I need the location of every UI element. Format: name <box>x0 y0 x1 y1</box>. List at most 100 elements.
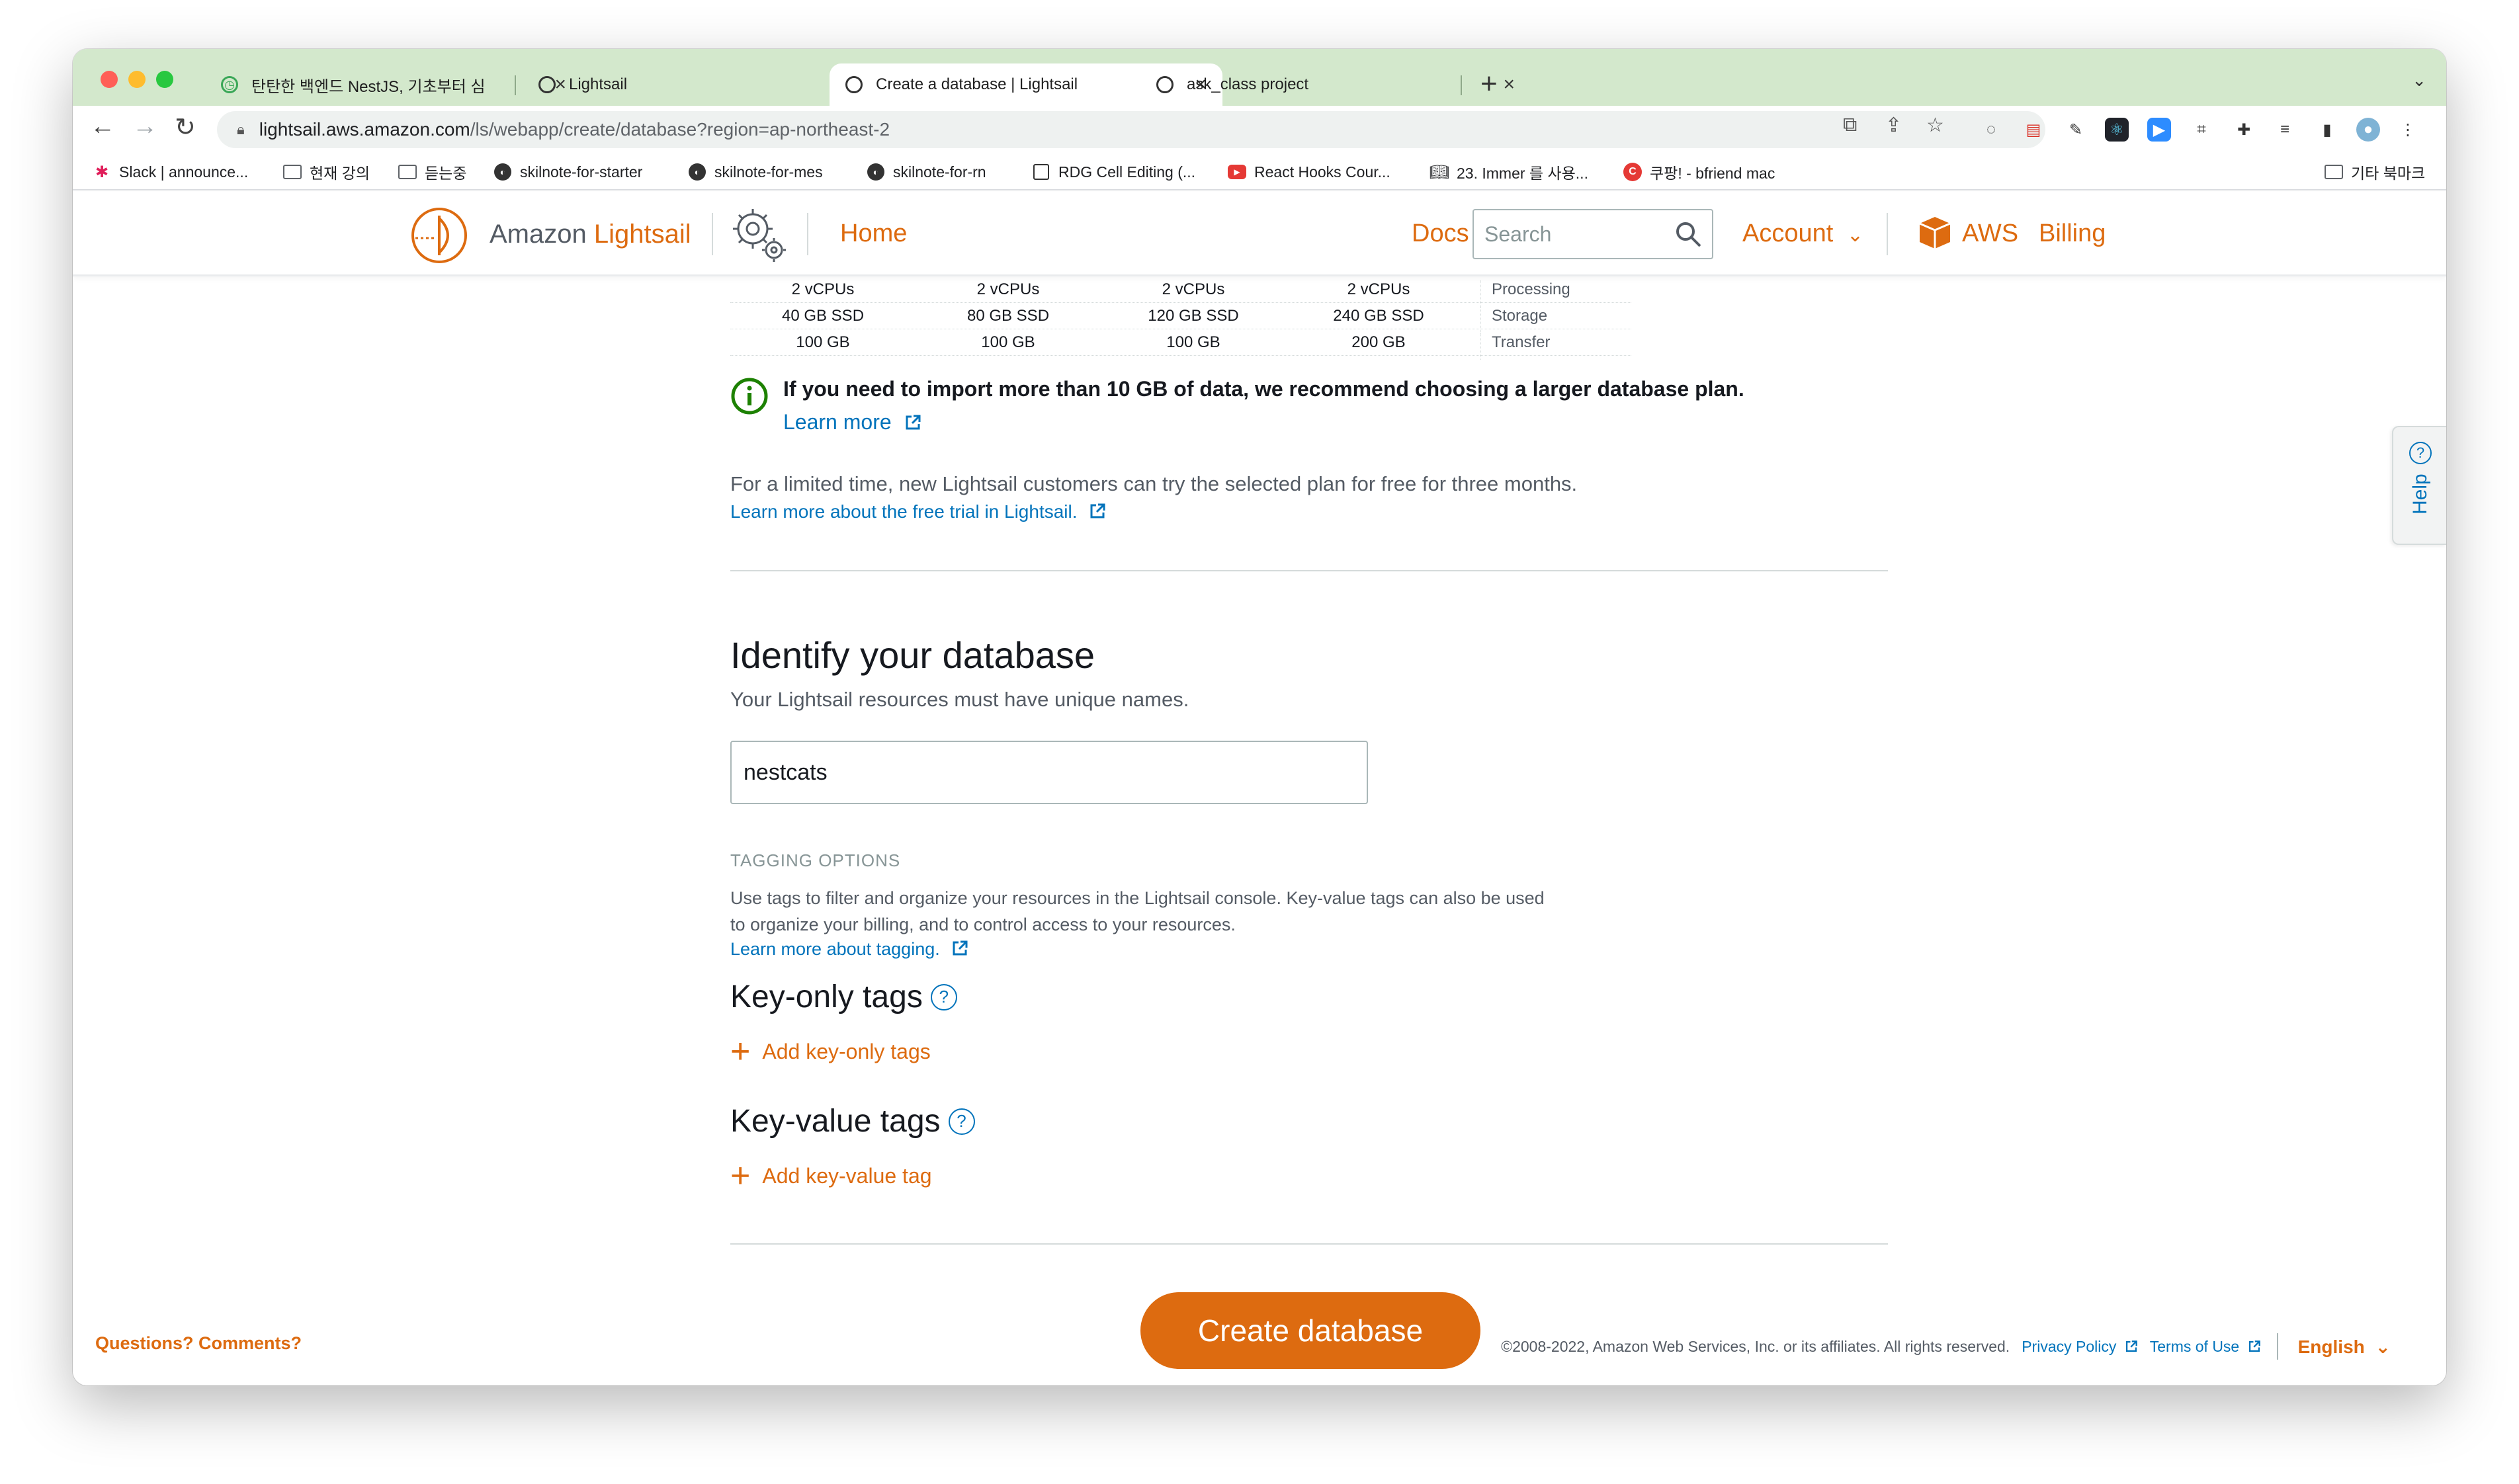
identify-heading: Identify your database <box>730 634 1095 676</box>
header-divider <box>712 213 713 255</box>
close-icon[interactable]: × <box>1503 73 1515 96</box>
footer-divider <box>2276 1333 2278 1360</box>
privacy-policy-link[interactable]: Privacy Policy <box>2022 1338 2138 1356</box>
nav-home[interactable]: Home <box>840 220 907 248</box>
help-panel-tab[interactable]: ? Help <box>2392 426 2446 545</box>
globe-icon <box>1156 76 1174 93</box>
free-trial-text: For a limited time, new Lightsail custom… <box>730 472 1578 495</box>
tab-title: ask_class project <box>1187 75 1309 93</box>
bookmark-item[interactable]: ◐ skilnote-for-mes <box>688 160 823 184</box>
translate-icon[interactable]: ⧉ <box>1843 114 1857 136</box>
bookmark-label: 쿠팡! - bfriend mac <box>1650 165 1775 182</box>
copyright-text: ©2008-2022, Amazon Web Services, Inc. or… <box>1501 1337 2010 1355</box>
table-cell: 100 GB <box>1166 333 1220 351</box>
help-label: Help <box>2409 474 2431 515</box>
youtube-icon: ▶ <box>1228 163 1246 181</box>
brand-accent: Lightsail <box>593 220 691 249</box>
section-divider <box>730 570 1888 571</box>
brand-name[interactable]: Amazon Lightsail <box>490 220 691 249</box>
bookmark-item[interactable]: ◐ skilnote-for-starter <box>493 160 642 184</box>
other-bookmarks[interactable]: 기타 북마크 <box>2325 160 2425 184</box>
table-cell: 40 GB SSD <box>781 307 865 325</box>
bookmark-label: 23. Immer 를 사용... <box>1457 165 1588 182</box>
crop-icon[interactable]: ⌗ <box>2190 118 2213 142</box>
pen-extension-icon[interactable]: ✎ <box>2064 118 2088 142</box>
browser-tab[interactable]: ask_class project × <box>1140 63 1531 106</box>
external-link-icon <box>2248 1340 2260 1352</box>
puzzle-icon[interactable]: ✚ <box>2232 118 2256 142</box>
gear-icon[interactable] <box>726 202 792 268</box>
reload-icon[interactable]: ↻ <box>175 112 196 142</box>
calendar-extension-icon[interactable]: ▤ <box>2022 118 2045 142</box>
add-key-value-tag-label: Add key-value tag <box>762 1163 932 1188</box>
folder-icon <box>398 163 417 181</box>
language-selector[interactable]: English ⌄ <box>2298 1336 2391 1358</box>
lightsail-header: Amazon Lightsail Home Docs Search Accoun… <box>73 192 2446 276</box>
account-menu[interactable]: Account ⌄ <box>1742 220 1863 248</box>
database-name-input[interactable] <box>730 741 1368 804</box>
close-window-button[interactable] <box>101 71 118 88</box>
free-trial-link[interactable]: Learn more about the free trial in Light… <box>730 501 1106 522</box>
new-tab-button[interactable]: + <box>1480 67 1498 101</box>
bookmark-item[interactable]: ◐ skilnote-for-rn <box>867 160 986 184</box>
share-icon[interactable]: ⇪ <box>1885 114 1902 137</box>
free-trial-link-label: Learn more about the free trial in Light… <box>730 501 1078 522</box>
add-key-only-tags-button[interactable]: + Add key-only tags <box>730 1034 931 1069</box>
maximize-window-button[interactable] <box>156 71 173 88</box>
chevron-down-icon: ⌄ <box>2375 1336 2391 1357</box>
nav-docs[interactable]: Docs <box>1412 220 1469 248</box>
tab-separator <box>515 75 516 95</box>
side-panel-icon[interactable]: ▮ <box>2315 118 2339 142</box>
bookmark-item[interactable]: 듣는중 <box>398 160 466 184</box>
tagging-learn-more-link[interactable]: Learn more about tagging. <box>730 939 968 960</box>
nav-billing[interactable]: Billing <box>2039 220 2106 248</box>
bookmark-item[interactable]: RDG Cell Editing (... <box>1032 160 1195 184</box>
nav-aws[interactable]: AWS <box>1962 220 2018 248</box>
terms-of-use-link[interactable]: Terms of Use <box>2150 1338 2261 1356</box>
folder-icon <box>2325 163 2343 181</box>
bookmarks-bar: ✱ Slack | announce... 현재 강의 듣는중 ◐ skilno… <box>73 153 2446 190</box>
zoom-icon[interactable]: ▶ <box>2147 118 2171 142</box>
language-label: English <box>2297 1336 2365 1357</box>
chevron-down-icon[interactable]: ⌄ <box>2412 70 2426 91</box>
row-label: Transfer <box>1480 333 1550 360</box>
table-cell: 80 GB SSD <box>966 307 1050 325</box>
aws-box-icon[interactable] <box>1917 214 1953 251</box>
extension-icon[interactable]: ◌ <box>1979 118 2003 142</box>
bookmark-item[interactable]: C 쿠팡! - bfriend mac <box>1623 160 1775 184</box>
search-icon[interactable] <box>1674 220 1703 249</box>
bookmark-item[interactable]: 현재 강의 <box>283 160 370 184</box>
key-only-tags-heading: Key-only tags ? <box>730 979 957 1015</box>
help-question-icon: ? <box>2409 442 2432 464</box>
kebab-menu-icon[interactable]: ⋮ <box>2396 118 2420 142</box>
tagging-description: Use tags to filter and organize your res… <box>730 888 1545 934</box>
add-key-value-tag-button[interactable]: + Add key-value tag <box>730 1159 932 1193</box>
tab-title: Create a database | Lightsail <box>876 75 1078 93</box>
bookmark-item[interactable]: ▶ React Hooks Cour... <box>1228 160 1390 184</box>
plan-table: 2 vCPUs 2 vCPUs 2 vCPUs 2 vCPUs Processi… <box>730 276 1631 360</box>
forward-arrow-icon[interactable]: → <box>132 112 157 141</box>
bookmark-item[interactable]: ✱ Slack | announce... <box>93 160 248 184</box>
help-question-icon[interactable]: ? <box>948 1108 975 1135</box>
external-link-icon <box>1090 503 1105 518</box>
bookmark-label: skilnote-for-rn <box>893 163 986 181</box>
minimize-window-button[interactable] <box>128 71 146 88</box>
bookmark-label: 기타 북마크 <box>2351 165 2426 182</box>
questions-comments-link[interactable]: Questions? Comments? <box>95 1333 302 1354</box>
create-database-button[interactable]: Create database <box>1140 1292 1480 1369</box>
bookmark-label: skilnote-for-starter <box>520 163 643 181</box>
back-arrow-icon[interactable]: ← <box>90 112 115 141</box>
reading-list-icon[interactable]: ≡ <box>2273 118 2297 142</box>
avatar[interactable]: ● <box>2356 118 2380 142</box>
tagging-options-heading: TAGGING OPTIONS <box>730 850 901 870</box>
lightsail-logo-icon[interactable] <box>409 205 470 266</box>
react-devtools-icon[interactable]: ⚛ <box>2105 118 2129 142</box>
search-input[interactable]: Search <box>1473 209 1713 259</box>
help-question-icon[interactable]: ? <box>930 983 957 1010</box>
table-row: 2 vCPUs 2 vCPUs 2 vCPUs 2 vCPUs Processi… <box>730 276 1631 307</box>
slack-icon: ✱ <box>95 163 109 181</box>
address-bar[interactable]: 🔒︎ lightsail.aws.amazon.com/ls/webapp/cr… <box>217 111 2045 148</box>
bookmark-item[interactable]: 📖︎ 23. Immer 를 사용... <box>1430 160 1588 184</box>
bookmark-star-icon[interactable]: ☆ <box>1926 114 1944 137</box>
info-learn-more-link[interactable]: Learn more <box>783 410 921 434</box>
